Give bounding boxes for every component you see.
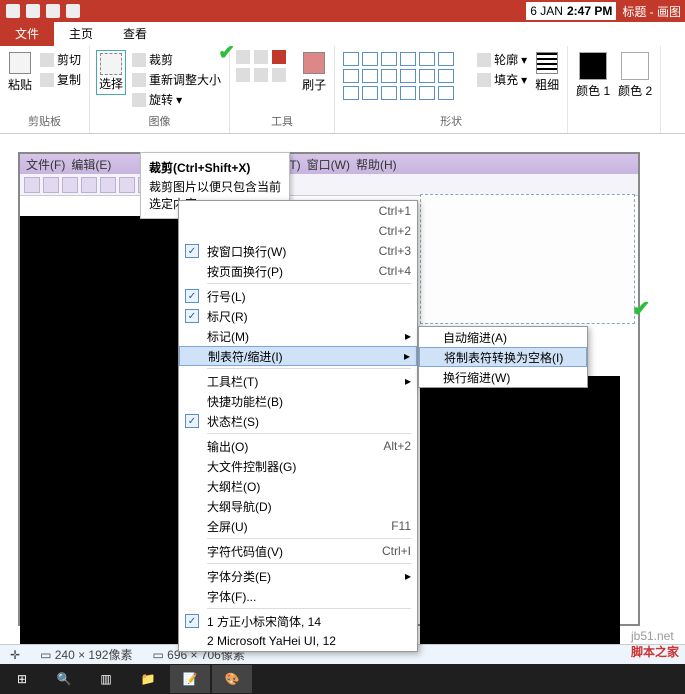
rotate-icon (132, 93, 146, 107)
title-bar: 6 JAN2:47 PM 标题 - 画图 (0, 0, 685, 22)
taskbar[interactable]: ⊞ 🔍 ▥ 📁 📝 🎨 (0, 664, 685, 694)
color2-button[interactable]: 颜色 2 (616, 50, 654, 101)
menu-linenum[interactable]: ✓行号(L) (179, 286, 417, 306)
fill-button[interactable]: 填充 ▾ (475, 70, 529, 89)
resize-icon (132, 73, 146, 87)
menu-statusbar[interactable]: ✓状态栏(S) (179, 411, 417, 431)
paste-button[interactable]: 粘贴 (6, 50, 34, 95)
explorer-button[interactable]: 📁 (128, 665, 168, 693)
sub-wrap-indent[interactable]: 换行缩进(W) (419, 367, 587, 387)
submenu-tabs: 自动缩进(A) 将制表符转换为空格(I) 换行缩进(W) (418, 326, 588, 388)
text-icon[interactable] (272, 50, 286, 64)
menu-quickbar[interactable]: 快捷功能栏(B) (179, 391, 417, 411)
tab-home[interactable]: 主页 (54, 21, 108, 46)
group-clipboard: 粘贴 剪切 复制 剪贴板 (0, 46, 90, 133)
eraser-icon[interactable] (236, 68, 250, 82)
clock: 6 JAN2:47 PM (526, 2, 616, 20)
menu-item[interactable]: Ctrl+2 (179, 221, 417, 241)
editor-menubar[interactable]: 文件(F)编辑(E) (M) 工具(T)窗口(W)帮助(H) (20, 154, 638, 174)
picker-icon[interactable] (254, 68, 268, 82)
group-tools: 刷子 工具 (230, 46, 335, 133)
menu-font2[interactable]: 2 Microsoft YaHei UI, 12 (179, 631, 417, 651)
menu-charcode[interactable]: 字符代码值(V)Ctrl+I (179, 541, 417, 561)
menu-wrap-page[interactable]: 按页面换行(P)Ctrl+4 (179, 261, 417, 281)
bucket-icon[interactable] (254, 50, 268, 64)
ribbon: 粘贴 剪切 复制 剪贴板 选择 裁剪 重新调整大小 旋转 ▾ 图像 ✔ (0, 46, 685, 134)
menu-tabs-indent[interactable]: 制表符/缩进(I)▸ (179, 346, 417, 366)
start-button[interactable]: ⊞ (2, 665, 42, 693)
copy-icon (40, 73, 54, 87)
menu-font[interactable]: 字体(F)... (179, 586, 417, 606)
menu-wrap-window[interactable]: ✓按窗口换行(W)Ctrl+3 (179, 241, 417, 261)
copy-button[interactable]: 复制 (38, 70, 83, 89)
editor-toolbar[interactable] (20, 174, 638, 196)
paint-taskbtn[interactable]: 🎨 (212, 665, 252, 693)
qat[interactable] (0, 4, 86, 18)
sub-auto-indent[interactable]: 自动缩进(A) (419, 327, 587, 347)
rotate-button[interactable]: 旋转 ▾ (130, 90, 223, 109)
menu-outlinenav[interactable]: 大纲导航(D) (179, 496, 417, 516)
tab-file[interactable]: 文件 (0, 21, 54, 46)
watermark: jb51.net脚本之家 (631, 628, 679, 660)
thickness-button[interactable]: 粗细 (533, 50, 561, 95)
check-icon: ✔ (632, 296, 650, 322)
menu-fontcat[interactable]: 字体分类(E)▸ (179, 566, 417, 586)
editor-taskbtn[interactable]: 📝 (170, 665, 210, 693)
crop-icon (132, 53, 146, 67)
resize-button[interactable]: 重新调整大小 (130, 70, 223, 89)
menu-bigfile[interactable]: 大文件控制器(G) (179, 456, 417, 476)
sub-tabs-to-spaces[interactable]: 将制表符转换为空格(I) (419, 347, 587, 367)
color1-button[interactable]: 颜色 1 (574, 50, 612, 101)
taskview-button[interactable]: ▥ (86, 665, 126, 693)
selection-area[interactable] (420, 194, 635, 324)
pencil-icon[interactable] (236, 50, 250, 64)
canvas-left (20, 216, 180, 646)
scissors-icon (40, 53, 54, 67)
menu-ruler[interactable]: ✓标尺(R) (179, 306, 417, 326)
zoom-icon[interactable] (272, 68, 286, 82)
search-button[interactable]: 🔍 (44, 665, 84, 693)
group-colors: 颜色 1 颜色 2 (568, 46, 661, 133)
menu-fullscreen[interactable]: 全屏(U)F11 (179, 516, 417, 536)
menu-item[interactable]: Ctrl+1 (179, 201, 417, 221)
menu-font1[interactable]: ✓1 方正小标宋简体, 14 (179, 611, 417, 631)
cut-button[interactable]: 剪切 (38, 50, 83, 69)
crosshair-icon: ✛ (10, 648, 20, 662)
menu-outlinebar[interactable]: 大纲栏(O) (179, 476, 417, 496)
window-title: 标题 - 画图 (618, 3, 685, 20)
crop-button[interactable]: 裁剪 (130, 50, 223, 69)
menu-marks[interactable]: 标记(M)▸ (179, 326, 417, 346)
menu-toolbar[interactable]: 工具栏(T)▸ (179, 371, 417, 391)
group-image: 选择 裁剪 重新调整大小 旋转 ▾ 图像 ✔ (90, 46, 230, 133)
group-shapes: 轮廓 ▾ 填充 ▾ 粗细 形状 (335, 46, 568, 133)
ribbon-tabs: 文件 主页 查看 (0, 22, 685, 46)
select-button[interactable]: 选择 (96, 50, 126, 95)
canvas-right (420, 376, 620, 646)
context-menu: Ctrl+1 Ctrl+2 ✓按窗口换行(W)Ctrl+3 按页面换行(P)Ct… (178, 200, 418, 652)
menu-output[interactable]: 输出(O)Alt+2 (179, 436, 417, 456)
shape-gallery[interactable] (341, 50, 471, 102)
outline-button[interactable]: 轮廓 ▾ (475, 50, 529, 69)
tab-view[interactable]: 查看 (108, 21, 162, 46)
brush-button[interactable]: 刷子 (300, 50, 328, 95)
